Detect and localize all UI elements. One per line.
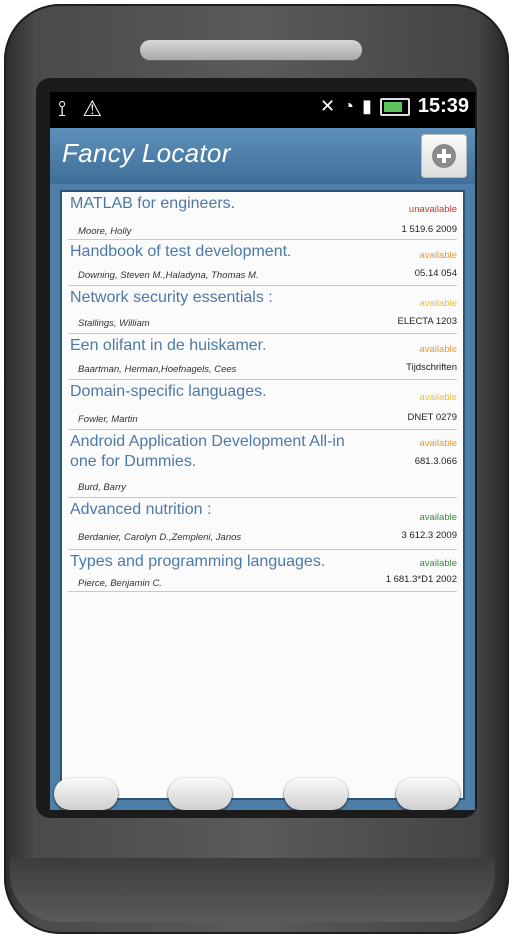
list-item[interactable]: Android Application Development All-in o… <box>68 430 457 498</box>
item-status: available <box>419 512 458 523</box>
item-status: available <box>419 392 458 403</box>
list-item[interactable]: Domain-specific languages. available Fow… <box>68 380 457 430</box>
item-author: Berdanier, Carolyn D.,Zempleni, Janos <box>78 532 242 543</box>
item-title: Network security essentials : <box>70 289 273 306</box>
item-status: available <box>419 298 458 309</box>
app-title: Fancy Locator <box>62 138 231 168</box>
results-list[interactable]: MATLAB for engineers. unavailable Moore,… <box>60 190 465 800</box>
phone-chin <box>10 858 495 922</box>
item-author: Downing, Steven M.,Haladyna, Thomas M. <box>78 270 259 281</box>
usb-icon: ⟟ <box>58 96 67 121</box>
item-title: Types and programming languages. <box>70 553 326 570</box>
speaker-grille <box>140 40 362 60</box>
plus-circle-icon <box>432 144 456 168</box>
item-call-number: Tijdschriften <box>406 362 457 373</box>
item-author: Fowler, Martin <box>78 414 138 425</box>
item-call-number: 1 519.6 2009 <box>401 224 457 235</box>
app-area: Fancy Locator MATLAB for engineers. unav… <box>50 128 475 810</box>
item-status: available <box>419 438 458 449</box>
list-item[interactable]: Een olifant in de huiskamer. available B… <box>68 334 457 380</box>
cell-signal-icon: ▮ <box>361 96 372 116</box>
item-author: Stallings, William <box>78 318 150 329</box>
status-time: 15:39 <box>417 95 469 117</box>
item-call-number: 1 681.3*D1 2002 <box>385 574 457 585</box>
warning-icon: ⚠ <box>82 96 103 121</box>
item-author: Moore, Holly <box>78 226 132 237</box>
signal-x-icon: ✕ <box>319 96 336 116</box>
item-title-line: one for Dummies. <box>70 453 197 470</box>
list-item[interactable]: Types and programming languages. availab… <box>68 550 457 592</box>
item-author: Pierce, Benjamin C. <box>78 578 162 589</box>
hardware-keys <box>0 752 515 812</box>
item-status: available <box>419 344 458 355</box>
item-title: Android Application Development All-in o… <box>70 432 345 472</box>
item-author: Baartman, Herman,Hoefnagels, Cees <box>78 364 237 375</box>
item-call-number: ELECTA 1203 <box>397 316 457 327</box>
list-item[interactable]: Handbook of test development. available … <box>68 240 457 286</box>
back-key[interactable] <box>284 778 348 810</box>
item-author: Burd, Barry <box>78 482 127 493</box>
item-title: Advanced nutrition : <box>70 501 212 518</box>
wifi-icon: ◔ <box>343 96 354 116</box>
item-call-number: 681.3.066 <box>414 456 457 467</box>
list-item[interactable]: MATLAB for engineers. unavailable Moore,… <box>68 192 457 240</box>
item-status: unavailable <box>408 204 457 215</box>
status-bar: ⟟ ⚠ ✕ ◔ ▮ 15:39 <box>50 92 475 128</box>
list-item[interactable]: Network security essentials : available … <box>68 286 457 334</box>
item-title: MATLAB for engineers. <box>70 195 236 212</box>
item-call-number: 05.14 054 <box>414 268 457 279</box>
item-title: Een olifant in de huiskamer. <box>70 337 267 354</box>
battery-icon <box>379 97 410 116</box>
item-call-number: 3 612.3 2009 <box>401 530 457 541</box>
title-bar: Fancy Locator <box>50 128 475 184</box>
status-right-icons: ✕ ◔ ▮ 15:39 <box>320 95 469 118</box>
search-key[interactable] <box>396 778 460 810</box>
item-title-line: Android Application Development All-in <box>70 433 345 450</box>
menu-key[interactable] <box>168 778 232 810</box>
item-status: available <box>419 250 458 261</box>
add-button[interactable] <box>421 134 467 178</box>
list-item[interactable]: Advanced nutrition : available Berdanier… <box>68 498 457 550</box>
item-title: Domain-specific languages. <box>70 383 267 400</box>
item-title: Handbook of test development. <box>70 243 292 260</box>
home-key[interactable] <box>54 778 118 810</box>
status-left-icons: ⟟ ⚠ <box>58 96 102 122</box>
item-status: available <box>419 558 458 569</box>
item-call-number: DNET 0279 <box>407 412 457 423</box>
